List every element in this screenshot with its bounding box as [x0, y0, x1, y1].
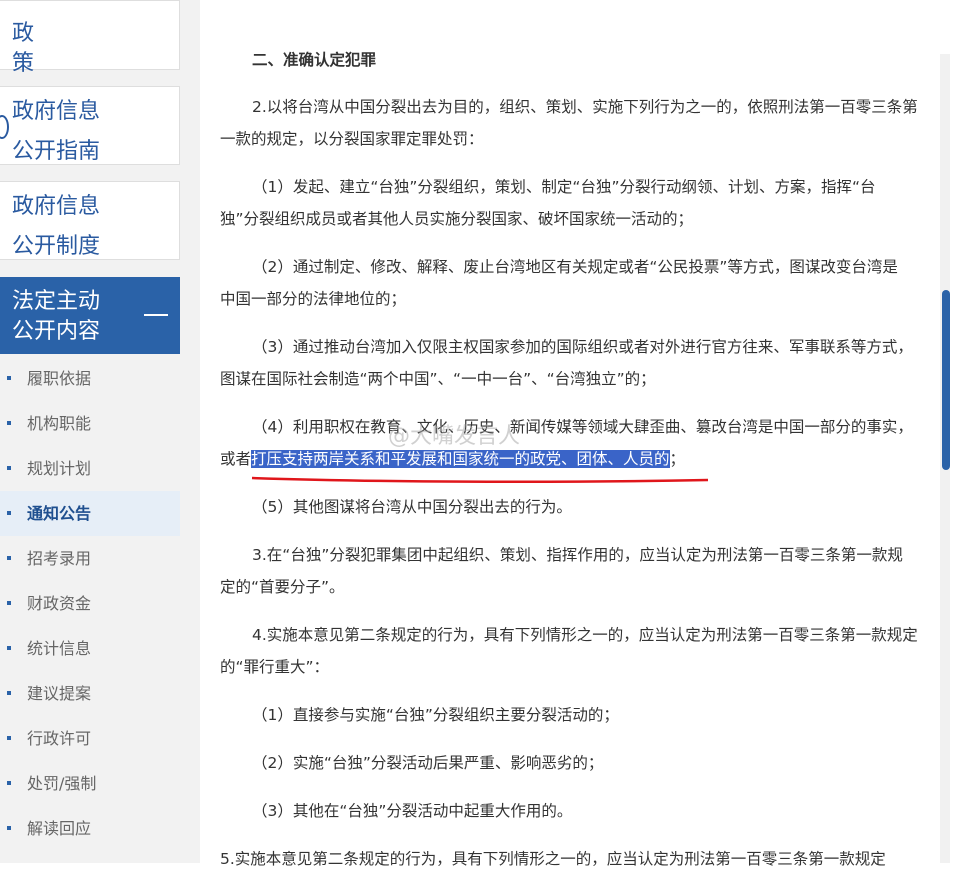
paragraph-line: （2）实施“台独”分裂活动后果严重、影响恶劣的； — [252, 754, 604, 772]
paragraph-line: 4.实施本意见第二条规定的行为，具有下列情形之一的，应当认定为刑法第一百零三条第… — [252, 626, 918, 644]
text-run: ； — [669, 450, 686, 468]
nav-guide-label-2: 公开指南 — [12, 139, 101, 164]
nav-statutory-disclosure[interactable]: 法定主动 公开内容 — [0, 277, 180, 354]
paragraph-line: （1）发起、建立“台独”分裂组织，策划、制定“台独”分裂行动纲领、计划、方案，指… — [252, 178, 876, 196]
paragraph-line: （3）通过推动台湾加入仅限主权国家参加的国际组织或者对外进行官方往来、军事联系等… — [252, 338, 913, 356]
sidebar: 政 策 政府信息 公开指南 政府信息 公开制度 法定主动 公开内容 履职依据 机… — [0, 0, 200, 863]
bullet-icon — [7, 691, 11, 695]
subnav-item[interactable]: 统计信息 — [0, 626, 180, 671]
bullet-icon — [7, 646, 11, 650]
subnav-item[interactable]: 解读回应 — [0, 806, 180, 851]
bullet-icon — [7, 736, 11, 740]
article-panel: 二、准确认定犯罪 2.以将台湾从中国分裂出去为目的，组织、策划、实施下列行为之一… — [200, 0, 963, 868]
bullet-icon — [7, 421, 11, 425]
text-run: 或者 — [220, 450, 252, 468]
nav-policy-label: 政 策 — [12, 21, 133, 76]
subnav-label: 招考录用 — [27, 549, 92, 568]
nav-active-label-2: 公开内容 — [12, 319, 101, 344]
subnav-label: 建议提案 — [27, 684, 92, 703]
nav-disclosure-guide[interactable]: 政府信息 公开指南 — [0, 86, 180, 165]
nav-disclosure-system[interactable]: 政府信息 公开制度 — [0, 181, 180, 260]
paragraph-line: 中国一部分的法律地位的； — [220, 290, 407, 308]
paragraph-line: （2）通过制定、修改、解释、废止台湾地区有关规定或者“公民投票”等方式，图谋改变… — [252, 258, 898, 276]
subnav-label: 机构职能 — [27, 414, 92, 433]
subnav-item[interactable]: 建议提案 — [0, 671, 180, 716]
subnav-label: 财政资金 — [27, 594, 92, 613]
nav-system-label-1: 政府信息 — [12, 194, 101, 219]
subnav-list: 履职依据 机构职能 规划计划 通知公告 招考录用 财政资金 统计信息 建议提案 … — [0, 356, 180, 851]
subnav-item[interactable]: 行政许可 — [0, 716, 180, 761]
red-underline-annotation — [251, 476, 709, 483]
bullet-icon — [7, 556, 11, 560]
bullet-icon — [7, 466, 11, 470]
subnav-label: 规划计划 — [27, 459, 92, 478]
subnav-label: 统计信息 — [27, 639, 92, 658]
selected-text[interactable]: 打压支持两岸关系和平发展和国家统一的政党、团体、人员的 — [251, 450, 670, 468]
bullet-icon — [7, 781, 11, 785]
paragraph-line: 定的“首要分子”。 — [220, 578, 345, 596]
scrollbar-thumb[interactable] — [942, 290, 950, 470]
subnav-item[interactable]: 履职依据 — [0, 356, 180, 401]
subnav-item[interactable]: 财政资金 — [0, 581, 180, 626]
paragraph-line: 一款的规定，以分裂国家罪定罪处罚： — [220, 130, 484, 148]
section-heading: 二、准确认定犯罪 — [252, 51, 377, 69]
subnav-label: 履职依据 — [27, 369, 92, 388]
subnav-item[interactable]: 机构职能 — [0, 401, 180, 446]
subnav-item[interactable]: 招考录用 — [0, 536, 180, 581]
paragraph-line: （4）利用职权在教育、文化、历史、新闻传媒等领域大肆歪曲、篡改台湾是中国一部分的… — [252, 418, 913, 436]
paragraph-line: 图谋在国际社会制造“两个中国”、“一中一台”、“台湾独立”的； — [220, 370, 656, 388]
subnav-label: 通知公告 — [27, 504, 92, 523]
paragraph-line: （1）直接参与实施“台独”分裂组织主要分裂活动的； — [252, 706, 619, 724]
bullet-icon — [7, 376, 11, 380]
subnav-label: 处罚/强制 — [27, 774, 97, 793]
paragraph-line: （5）其他图谋将台湾从中国分裂出去的行为。 — [252, 498, 572, 516]
paragraph-line: 2.以将台湾从中国分裂出去为目的，组织、策划、实施下列行为之一的，依照刑法第一百… — [252, 98, 918, 116]
subnav-item[interactable]: 处罚/强制 — [0, 761, 180, 806]
paragraph-line: （3）其他在“台独”分裂活动中起重大作用的。 — [252, 802, 573, 820]
subnav-label: 解读回应 — [27, 819, 92, 838]
paragraph-line-highlighted: 或者打压支持两岸关系和平发展和国家统一的政党、团体、人员的； — [220, 446, 943, 472]
nav-policy[interactable]: 政 策 — [0, 0, 180, 76]
bullet-icon — [7, 511, 11, 515]
paragraph-line: 独”分裂组织成员或者其他人员实施分裂国家、破坏国家统一活动的； — [220, 210, 694, 228]
nav-system-label-2: 公开制度 — [12, 234, 101, 259]
subnav-item[interactable]: 规划计划 — [0, 446, 180, 491]
paragraph-line: 3.在“台独”分裂犯罪集团中起组织、策划、指挥作用的，应当认定为刑法第一百零三条… — [252, 546, 903, 564]
paragraph-line: 的“罪行重大”： — [220, 658, 330, 676]
bullet-icon — [7, 826, 11, 830]
bullet-icon — [7, 601, 11, 605]
paragraph-line: 5.实施本意见第二条规定的行为，具有下列情形之一的，应当认定为刑法第一百零三条第… — [220, 850, 886, 868]
subnav-label: 行政许可 — [27, 729, 92, 748]
subnav-item-active[interactable]: 通知公告 — [0, 491, 180, 536]
nav-active-label-1: 法定主动 — [12, 289, 101, 314]
collapse-icon[interactable] — [144, 314, 168, 316]
nav-guide-label-1: 政府信息 — [12, 99, 101, 124]
